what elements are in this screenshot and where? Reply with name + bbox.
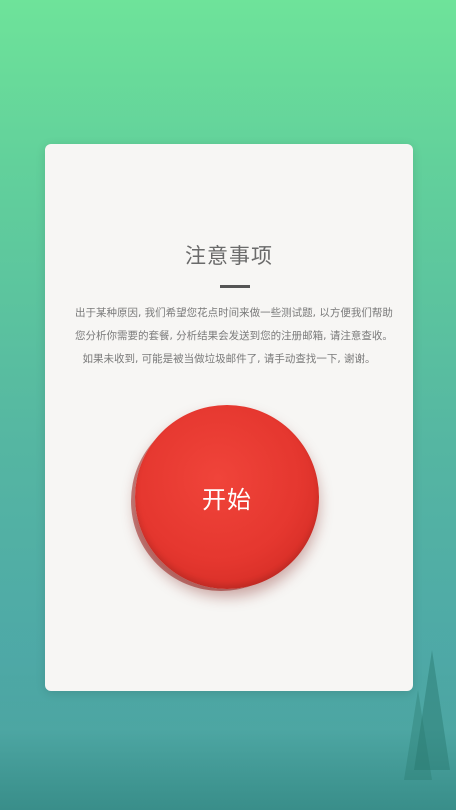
start-button[interactable]: 开始 [135,405,319,589]
notice-line: 出于某种原因, 我们希望您花点时间来做一些测试题, 以方便我们帮助 [75,307,393,319]
start-button-label: 开始 [202,485,252,514]
tree-silhouette [404,690,432,780]
notice-description: 出于某种原因, 我们希望您花点时间来做一些测试题, 以方便我们帮助 您分析你需要… [75,302,393,371]
title-divider [220,285,250,288]
notice-card: 注意事项 出于某种原因, 我们希望您花点时间来做一些测试题, 以方便我们帮助 您… [45,144,413,691]
notice-title: 注意事项 [185,244,273,268]
notice-line: 您分析你需要的套餐, 分析结果会发送到您的注册邮箱, 请注意查收。 [75,330,393,342]
notice-line: 如果未收到, 可能是被当做垃圾邮件了, 请手动查找一下, 谢谢。 [82,353,376,365]
